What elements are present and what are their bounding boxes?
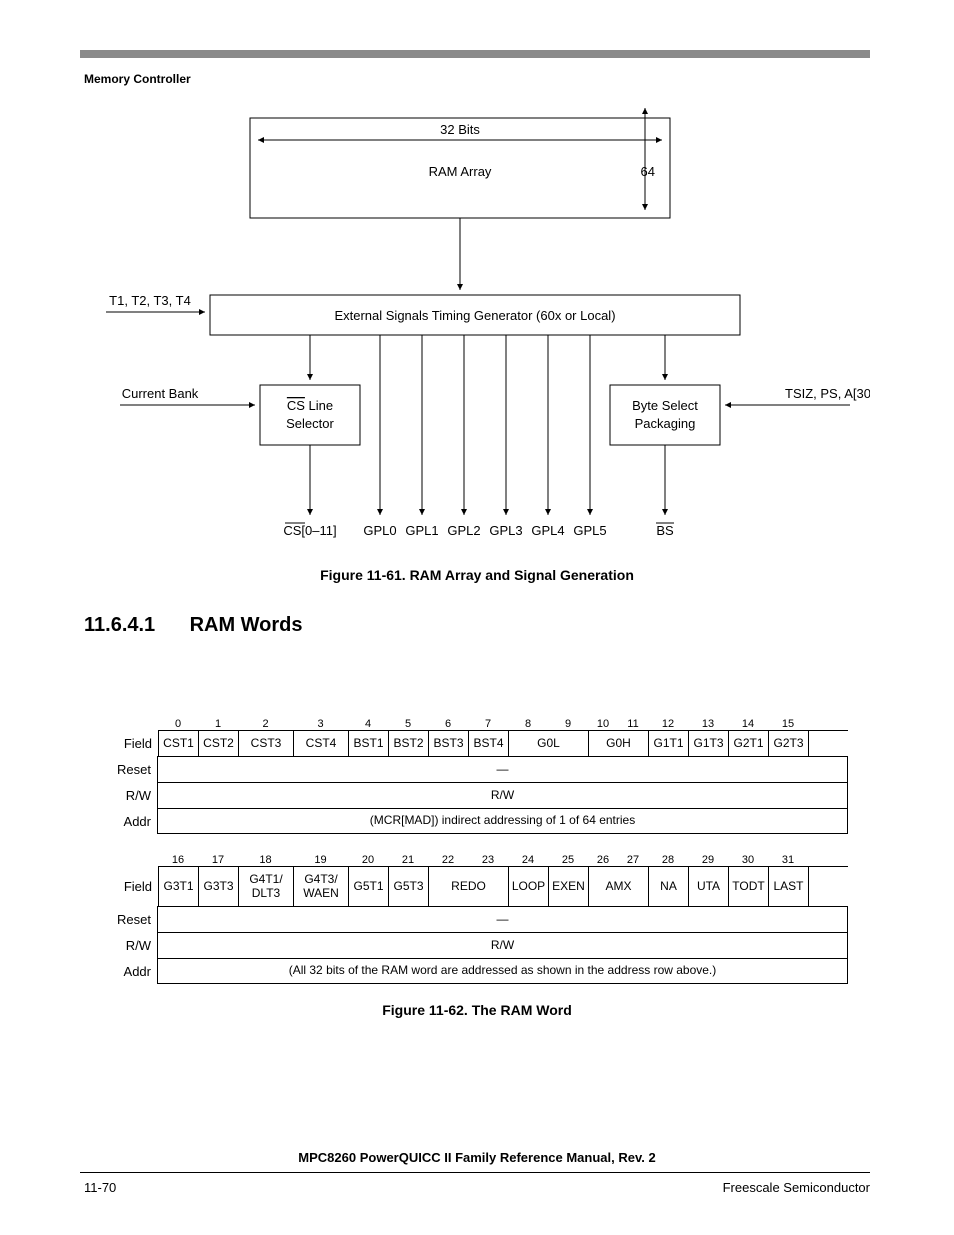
svg-text:CS[0–11]: CS[0–11] <box>283 523 336 538</box>
svg-text:CS Line: CS Line <box>287 398 333 413</box>
header-bar <box>80 50 870 58</box>
bitnums-bot: 16 17 18 19 20 21 22 23 24 25 26 27 28 2… <box>108 844 848 866</box>
section-heading: 11.6.4.1 RAM Words <box>84 614 303 637</box>
tsiz-label: TSIZ, PS, A[30,31] <box>785 386 870 401</box>
svg-text:GPL3: GPL3 <box>489 523 522 538</box>
svg-text:GPL1: GPL1 <box>405 523 438 538</box>
footer-rule <box>80 1172 870 1173</box>
bits-label: 32 Bits <box>440 122 480 137</box>
company-name: Freescale Semiconductor <box>723 1180 870 1195</box>
section-title: RAM Words <box>190 614 303 636</box>
figure-caption-62: Figure 11-62. The RAM Word <box>0 1002 954 1018</box>
bitnums-top: 0 1 2 3 4 5 6 7 8 9 10 11 12 13 14 15 <box>108 708 848 730</box>
section-number: 11.6.4.1 <box>84 614 184 637</box>
svg-text:GPL4: GPL4 <box>531 523 564 538</box>
estg-label: External Signals Timing Generator (60x o… <box>334 308 615 323</box>
rw-row-bot: R/W R/W <box>108 932 848 958</box>
svg-text:BS: BS <box>656 523 674 538</box>
rw-row-top: R/W R/W <box>108 782 848 808</box>
field-row-bot: Field G3T1 G3T3 G4T1/DLT3 G4T3/WAEN G5T1… <box>108 866 848 906</box>
figure-caption-61: Figure 11-61. RAM Array and Signal Gener… <box>0 567 954 583</box>
page-number: 11-70 <box>84 1180 116 1195</box>
chapter-label: Memory Controller <box>84 72 191 86</box>
ram-array-diagram: 32 Bits RAM Array 64 External Signals Ti… <box>80 100 870 565</box>
current-bank: Current Bank <box>122 386 199 401</box>
ram-depth: 64 <box>641 164 655 179</box>
reset-row-top: Reset — <box>108 756 848 782</box>
ram-word-table: 0 1 2 3 4 5 6 7 8 9 10 11 12 13 14 15 Fi… <box>108 708 848 984</box>
field-row-top: Field CST1 CST2 CST3 CST4 BST1 BST2 BST3… <box>108 730 848 756</box>
footer-title: MPC8260 PowerQUICC II Family Reference M… <box>0 1150 954 1165</box>
ram-array-label: RAM Array <box>429 164 492 179</box>
svg-text:GPL5: GPL5 <box>573 523 606 538</box>
svg-text:GPL0: GPL0 <box>363 523 396 538</box>
svg-text:Byte Select: Byte Select <box>632 398 698 413</box>
t-signals: T1, T2, T3, T4 <box>109 293 191 308</box>
svg-text:GPL2: GPL2 <box>447 523 480 538</box>
svg-text:Packaging: Packaging <box>635 416 696 431</box>
addr-row-top: Addr (MCR[MAD]) indirect addressing of 1… <box>108 808 848 834</box>
reset-row-bot: Reset — <box>108 906 848 932</box>
svg-text:Selector: Selector <box>286 416 334 431</box>
addr-row-bot: Addr (All 32 bits of the RAM word are ad… <box>108 958 848 984</box>
